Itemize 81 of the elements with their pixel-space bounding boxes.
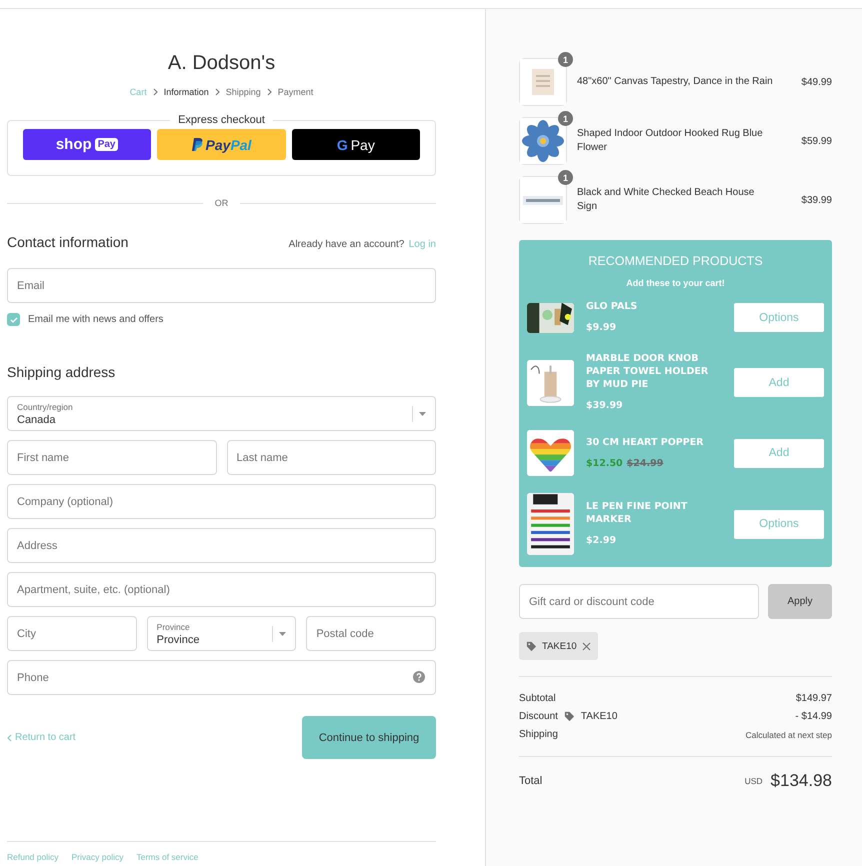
section-title: Contact information — [7, 234, 128, 250]
product-name: LE PEN FINE POINT MARKER — [586, 500, 688, 526]
product-name: MARBLE DOOR KNOB PAPER TOWEL HOLDER BY MUD PIE — [586, 352, 710, 391]
chevron-icon — [214, 88, 220, 96]
add-button[interactable]: Add — [734, 438, 824, 468]
product-name: 48"x60" Canvas Tapestry, Dance in the Rain — [577, 75, 774, 89]
product-price: $9.99 — [586, 322, 616, 333]
quantity-badge: 1 — [558, 52, 573, 67]
add-button[interactable]: Options — [734, 510, 824, 538]
close-icon[interactable] — [582, 642, 591, 650]
return-link[interactable]: Return to cart — [7, 732, 76, 743]
product-name: GLO PALS — [586, 300, 638, 313]
total-label: Total — [519, 775, 542, 787]
product-name: 30 CM HEART POPPER — [586, 436, 704, 448]
express-checkout-title: Express checkout — [177, 114, 266, 126]
checkbox-label: Email me with news and offers — [28, 314, 164, 325]
checkmark-icon — [10, 316, 18, 322]
input-field[interactable]: Last name — [226, 440, 436, 475]
payment-button[interactable]: G Pay — [292, 129, 420, 160]
chevron-icon — [152, 88, 158, 96]
continue-button[interactable]: Continue to shipping — [302, 716, 436, 759]
input-field[interactable]: Address — [7, 528, 436, 563]
divider-label: OR — [214, 198, 228, 208]
chevron-icon — [7, 734, 12, 742]
quantity-badge: 1 — [558, 170, 573, 185]
checkbox[interactable] — [7, 313, 20, 326]
add-button[interactable]: Add — [734, 368, 824, 397]
summary-label: Shipping — [519, 729, 558, 740]
summary-label: Discount — [519, 711, 558, 722]
original-price: $24.99 — [626, 458, 664, 468]
store-title: A. Dodson's — [166, 52, 276, 75]
section-title: Shipping address — [7, 364, 116, 380]
product-price: $49.99 — [801, 76, 832, 88]
caret-icon — [279, 632, 286, 636]
apply-button[interactable]: Apply — [768, 584, 832, 619]
payment-button[interactable]: shop Pay — [23, 129, 152, 160]
panel-subtitle: Add these to your cart! — [625, 278, 726, 288]
paypal-mark-icon — [192, 138, 203, 151]
panel-title: RECOMMENDED PRODUCTS — [587, 254, 764, 268]
product-price: $39.99 — [801, 194, 832, 206]
caret-icon — [419, 412, 426, 416]
breadcrumb: Payment — [278, 87, 314, 97]
payment-button[interactable]: PayPal — [157, 129, 286, 160]
product-price: $59.99 — [801, 136, 832, 146]
select-field[interactable]: Province Province — [146, 616, 296, 651]
summary-value: $149.97 — [796, 693, 832, 704]
quantity-badge: 1 — [558, 111, 573, 126]
breadcrumb[interactable]: Cart — [130, 87, 147, 97]
chevron-icon — [266, 88, 272, 96]
breadcrumb: Information — [164, 87, 209, 97]
account-prompt: Already have an account? — [288, 239, 404, 250]
summary-value: Calculated at next step — [746, 730, 832, 740]
product-price: $39.99 — [586, 400, 623, 411]
discount-code: TAKE10 — [580, 711, 618, 722]
currency-label: USD — [744, 776, 763, 786]
discount-code: TAKE10 — [542, 640, 577, 652]
footer-link[interactable]: Terms of service — [136, 852, 198, 862]
help-icon[interactable] — [413, 671, 425, 683]
input-field[interactable]: Apartment, suite, etc. (optional) — [7, 572, 436, 607]
input-field[interactable]: Postal code — [306, 616, 436, 651]
input-field[interactable]: First name — [7, 440, 216, 475]
product-name: Black and White Checked Beach House Sign — [577, 186, 756, 214]
tag-icon — [564, 711, 575, 722]
select-field[interactable]: Country/region Canada — [7, 396, 436, 431]
footer-link[interactable]: Privacy policy — [72, 852, 124, 862]
summary-label: Subtotal — [519, 693, 556, 704]
input-field[interactable]: Phone — [7, 660, 436, 695]
discount-field[interactable]: Gift card or discount code — [519, 584, 759, 619]
sale-price: $12.50 — [586, 458, 623, 468]
summary-value: - $14.99 — [795, 711, 832, 722]
product-price: $2.99 — [586, 535, 616, 546]
input-field[interactable]: City — [7, 616, 137, 651]
footer-link[interactable]: Refund policy — [7, 852, 59, 862]
login-link[interactable]: Log in — [408, 239, 436, 250]
input-field[interactable]: Company (optional) — [7, 484, 436, 519]
add-button[interactable]: Options — [734, 303, 824, 332]
email-field[interactable]: Email — [7, 268, 436, 303]
product-name: Shaped Indoor Outdoor Hooked Rug Blue Flower — [577, 127, 764, 155]
breadcrumb: Shipping — [226, 87, 261, 97]
total-value: $134.98 — [770, 771, 832, 791]
tag-icon — [526, 640, 537, 652]
